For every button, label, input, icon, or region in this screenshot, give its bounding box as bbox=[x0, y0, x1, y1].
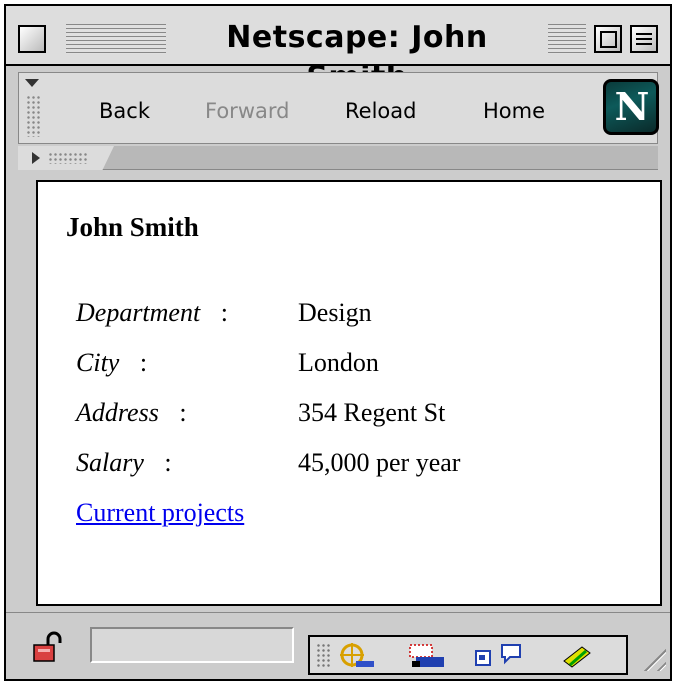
mail-icon[interactable] bbox=[406, 641, 446, 671]
status-bar bbox=[6, 612, 670, 679]
lock-open-icon[interactable] bbox=[32, 631, 64, 663]
home-button[interactable]: Home bbox=[483, 97, 545, 125]
field-label: Salary bbox=[76, 448, 144, 477]
logo-letter: N bbox=[614, 84, 650, 129]
reload-button[interactable]: Reload bbox=[345, 97, 416, 125]
field-row-salary: Salary : 45,000 per year bbox=[76, 446, 460, 480]
field-label: City bbox=[76, 348, 120, 377]
newsgroups-icon[interactable] bbox=[498, 641, 538, 671]
resize-handle[interactable] bbox=[638, 643, 666, 671]
address-book-icon[interactable] bbox=[560, 641, 600, 671]
page-heading: John Smith bbox=[66, 212, 199, 242]
title-bar-stripes-left bbox=[66, 24, 166, 54]
location-bar-collapsed[interactable] bbox=[18, 146, 658, 170]
title-bar[interactable]: Netscape: John Smith bbox=[6, 6, 670, 95]
field-row-city: City : London bbox=[76, 346, 379, 380]
field-row-address: Address : 354 Regent St bbox=[76, 396, 445, 430]
field-row-department: Department : Design bbox=[76, 296, 372, 330]
zoom-box[interactable] bbox=[594, 25, 622, 53]
collapse-box[interactable] bbox=[630, 25, 658, 53]
field-separator: : bbox=[164, 448, 172, 477]
grip-dots-icon bbox=[26, 95, 40, 137]
field-label: Department bbox=[76, 298, 201, 327]
close-box[interactable] bbox=[18, 25, 46, 53]
back-button[interactable]: Back bbox=[99, 97, 150, 125]
expand-triangle-icon bbox=[32, 152, 40, 164]
grip-dots-icon bbox=[316, 643, 330, 667]
field-value: 45,000 per year bbox=[298, 448, 461, 477]
field-value: London bbox=[298, 348, 379, 377]
current-projects-link[interactable]: Current projects bbox=[76, 498, 244, 528]
browser-window: Netscape: John Smith Back Forward Reload… bbox=[4, 4, 672, 681]
field-value: 354 Regent St bbox=[298, 398, 446, 427]
field-separator: : bbox=[220, 298, 228, 327]
component-bar bbox=[308, 635, 628, 675]
field-value: Design bbox=[298, 298, 372, 327]
title-bar-stripes-right bbox=[548, 24, 586, 54]
netscape-logo-icon[interactable]: N bbox=[603, 79, 659, 135]
forward-button[interactable]: Forward bbox=[205, 97, 289, 125]
navigation-toolbar: Back Forward Reload Home N bbox=[18, 72, 659, 144]
grip-dots-icon bbox=[48, 152, 88, 164]
status-message-field bbox=[90, 627, 294, 663]
toolbar-collapse-handle[interactable] bbox=[23, 77, 41, 139]
field-label: Address bbox=[76, 398, 159, 427]
field-separator: : bbox=[139, 348, 148, 377]
navigator-icon[interactable] bbox=[336, 641, 376, 671]
page-content: John Smith Department : Design City : Lo… bbox=[36, 180, 662, 606]
field-separator: : bbox=[179, 398, 187, 427]
window-title: Netscape: John Smith bbox=[226, 20, 488, 95]
collapse-triangle-icon bbox=[25, 79, 39, 87]
